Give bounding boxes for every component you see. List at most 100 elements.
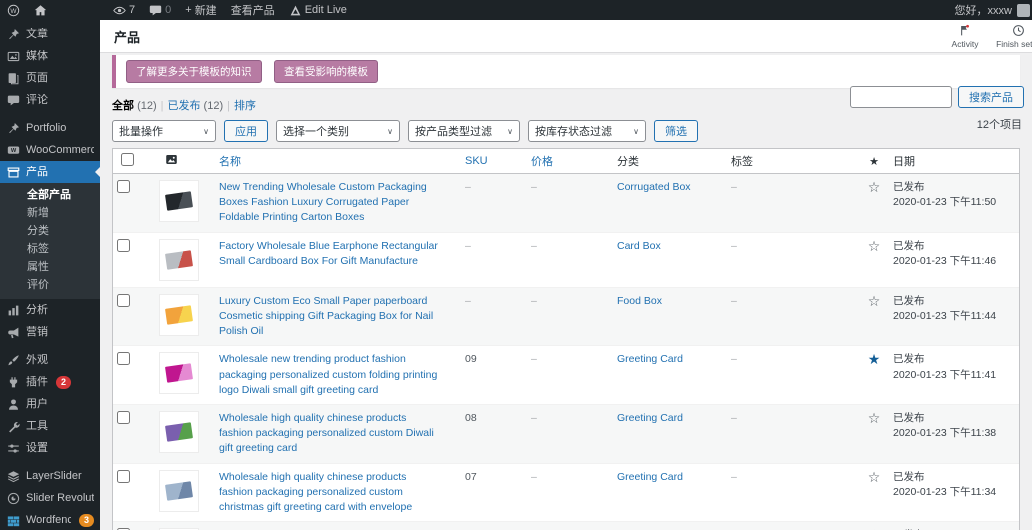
view-product-link[interactable]: 查看产品 xyxy=(224,0,282,20)
sidebar-item-layerslider[interactable]: LayerSlider xyxy=(0,465,100,487)
sidebar-item-label: 产品 xyxy=(26,166,48,179)
product-thumbnail[interactable] xyxy=(159,352,199,394)
apply-button[interactable]: 应用 xyxy=(224,120,268,142)
sidebar-item-settings[interactable]: 设置 xyxy=(0,437,100,459)
row-checkbox[interactable] xyxy=(117,470,130,483)
featured-star-toggle[interactable]: ☆ xyxy=(863,294,885,308)
view-filter-link[interactable]: 已发布 (12) xyxy=(167,100,223,112)
items-count: 12个项目 xyxy=(977,116,1022,132)
pin-icon xyxy=(6,27,20,41)
sidebar-item-plugins[interactable]: 插件2 xyxy=(0,371,100,393)
sidebar-item-label: 工具 xyxy=(26,420,48,433)
category-link[interactable]: Greeting Card xyxy=(617,471,683,483)
row-checkbox[interactable] xyxy=(117,411,130,424)
product-title-link[interactable]: Luxury Custom Eco Small Paper paperboard… xyxy=(219,294,457,340)
sidebar-item-woocommerce[interactable]: WWooCommerce xyxy=(0,139,100,161)
product-thumbnail[interactable] xyxy=(159,470,199,512)
featured-star-toggle[interactable]: ☆ xyxy=(863,239,885,253)
finish-setup-button[interactable]: Finish setup xyxy=(990,20,1032,52)
views-counter[interactable]: 7 xyxy=(106,0,142,20)
view-affected-templates-button[interactable]: 查看受影响的模板 xyxy=(274,60,378,83)
row-checkbox[interactable] xyxy=(117,352,130,365)
sidebar-item-label: 评论 xyxy=(26,94,48,107)
product-thumbnail[interactable] xyxy=(159,239,199,281)
category-link[interactable]: Corrugated Box xyxy=(617,181,691,193)
search-products-button[interactable]: 搜索产品 xyxy=(958,86,1024,108)
update-count-badge: 3 xyxy=(79,514,94,527)
avatar[interactable] xyxy=(1017,4,1030,17)
category-link[interactable]: Food Box xyxy=(617,295,662,307)
sidebar-subitem-products[interactable]: 分类 xyxy=(0,222,100,240)
view-filter-link[interactable]: 排序 xyxy=(234,100,256,112)
sku-cell: – xyxy=(461,180,527,195)
featured-star-toggle[interactable]: ★ xyxy=(863,352,885,366)
featured-star-toggle[interactable]: ☆ xyxy=(863,180,885,194)
account-greeting[interactable]: 您好，xxxw xyxy=(955,2,1012,18)
row-checkbox[interactable] xyxy=(117,180,130,193)
sidebar-item-comments[interactable]: 评论 xyxy=(0,89,100,111)
sidebar-item-posts[interactable]: 文章 xyxy=(0,23,100,45)
column-header-name[interactable]: 名称 xyxy=(215,153,461,169)
column-header-featured: ★ xyxy=(859,155,889,168)
search-input[interactable] xyxy=(850,86,952,108)
sidebar-item-portfolio[interactable]: Portfolio xyxy=(0,117,100,139)
sidebar-item-products[interactable]: 产品 xyxy=(0,161,100,183)
comments-counter[interactable]: 0 xyxy=(142,0,178,20)
stock-status-filter-select[interactable]: 按库存状态过滤∨ xyxy=(528,120,646,142)
activity-flag-icon xyxy=(958,24,972,38)
sidebar-item-marketing[interactable]: 营销 xyxy=(0,321,100,343)
portfolio-pin-icon xyxy=(6,121,20,135)
product-title-link[interactable]: Factory Wholesale Blue Earphone Rectangu… xyxy=(219,239,457,269)
date-cell: 已发布2020-01-23 下午11:38 xyxy=(889,411,1019,441)
product-thumbnail[interactable] xyxy=(159,294,199,336)
sku-cell: 08 xyxy=(461,411,527,426)
column-header-price[interactable]: 价格 xyxy=(527,153,613,169)
row-checkbox[interactable] xyxy=(117,294,130,307)
category-link[interactable]: Greeting Card xyxy=(617,353,683,365)
sidebar-item-pages[interactable]: 页面 xyxy=(0,67,100,89)
product-thumbnail[interactable] xyxy=(159,411,199,453)
learn-more-templates-button[interactable]: 了解更多关于模板的知识 xyxy=(126,60,262,83)
product-title-link[interactable]: Wholesale new trending product fashion p… xyxy=(219,352,457,398)
select-all-checkbox[interactable] xyxy=(121,153,134,166)
product-title-link[interactable]: Wholesale high quality chinese products … xyxy=(219,470,457,516)
pages-icon xyxy=(6,71,20,85)
category-link[interactable]: Card Box xyxy=(617,240,661,252)
sidebar-item-appearance[interactable]: 外观 xyxy=(0,349,100,371)
category-link[interactable]: Greeting Card xyxy=(617,412,683,424)
date-text: 2020-01-23 下午11:50 xyxy=(893,195,1015,210)
site-home-link[interactable] xyxy=(27,0,54,20)
sidebar-item-users[interactable]: 用户 xyxy=(0,393,100,415)
sidebar-subitem-products[interactable]: 属性 xyxy=(0,258,100,276)
wordpress-menu[interactable]: W xyxy=(0,0,27,20)
sidebar-item-analytics[interactable]: 分析 xyxy=(0,299,100,321)
table-row: Wholesale Bio-degradable Customize Fast … xyxy=(113,521,1019,530)
sidebar-item-wordfence[interactable]: Wordfence3 xyxy=(0,509,100,530)
featured-star-toggle[interactable]: ☆ xyxy=(863,411,885,425)
column-header-sku[interactable]: SKU xyxy=(461,155,527,167)
featured-star-toggle[interactable]: ☆ xyxy=(863,470,885,484)
row-checkbox[interactable] xyxy=(117,239,130,252)
product-title-link[interactable]: Wholesale high quality chinese products … xyxy=(219,411,457,457)
new-content-menu[interactable]: + 新建 xyxy=(178,0,223,20)
sidebar-item-label: 插件 xyxy=(26,376,48,389)
sidebar-item-label: 文章 xyxy=(26,28,48,41)
category-filter-select[interactable]: 选择一个类别∨ xyxy=(276,120,400,142)
view-filter-link[interactable]: 全部 (12) xyxy=(112,100,157,112)
edit-live-link[interactable]: Edit Live xyxy=(282,0,354,20)
sidebar-subitem-products[interactable]: 标签 xyxy=(0,240,100,258)
product-title-link[interactable]: New Trending Wholesale Custom Packaging … xyxy=(219,180,457,226)
filter-button[interactable]: 筛选 xyxy=(654,120,698,142)
column-header-date: 日期 xyxy=(889,153,1019,169)
product-thumbnail[interactable] xyxy=(159,180,199,222)
product-image xyxy=(165,305,193,324)
sidebar-item-media[interactable]: 媒体 xyxy=(0,45,100,67)
sidebar-subitem-products[interactable]: 新增 xyxy=(0,204,100,222)
sidebar-item-tools[interactable]: 工具 xyxy=(0,415,100,437)
activity-button[interactable]: Activity xyxy=(940,20,990,52)
sidebar-subitem-products[interactable]: 全部产品 xyxy=(0,186,100,204)
sidebar-subitem-products[interactable]: 评价 xyxy=(0,276,100,294)
sidebar-item-slider-revolution[interactable]: Slider Revolution xyxy=(0,487,100,509)
product-type-filter-select[interactable]: 按产品类型过滤∨ xyxy=(408,120,520,142)
bulk-action-select[interactable]: 批量操作∨ xyxy=(112,120,216,142)
